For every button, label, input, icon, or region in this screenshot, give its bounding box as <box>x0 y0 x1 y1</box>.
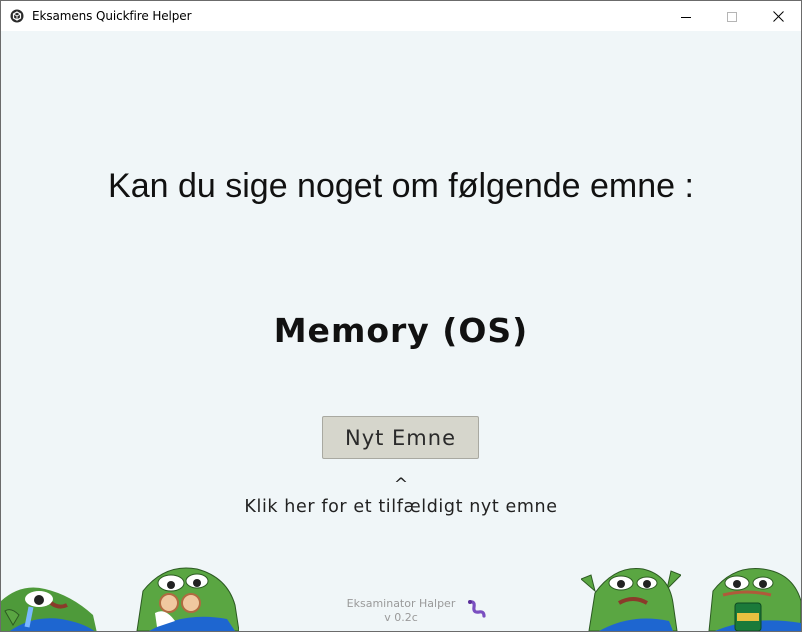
new-topic-button[interactable]: Nyt Emne <box>322 416 479 459</box>
topic-label: Memory (OS) <box>273 311 529 350</box>
window-controls <box>663 1 801 31</box>
close-icon <box>772 7 784 26</box>
wiping-tears-frog <box>135 561 240 631</box>
maximize-button[interactable] <box>709 1 755 31</box>
worm-icon <box>467 599 487 623</box>
minimize-button[interactable] <box>663 1 709 31</box>
shrugging-frog <box>580 561 682 631</box>
title-bar[interactable]: Eksamens Quickfire Helper <box>1 1 801 31</box>
frog-holding-can <box>707 561 801 631</box>
maximize-icon <box>727 7 737 26</box>
app-window: Eksamens Quickfire Helper Kan du sige no… <box>0 0 802 632</box>
question-heading: Kan du sige noget om følgende emne : <box>108 167 694 205</box>
hint-text: Klik her for et tilfældigt nyt emne <box>244 497 558 517</box>
minimize-icon <box>681 7 691 26</box>
close-button[interactable] <box>755 1 801 31</box>
window-title: Eksamens Quickfire Helper <box>32 9 192 23</box>
crying-frog <box>1 571 97 631</box>
unity-icon <box>9 8 25 24</box>
caret-indicator: ^ <box>393 475 409 495</box>
main-content: Kan du sige noget om følgende emne : Mem… <box>1 31 801 631</box>
